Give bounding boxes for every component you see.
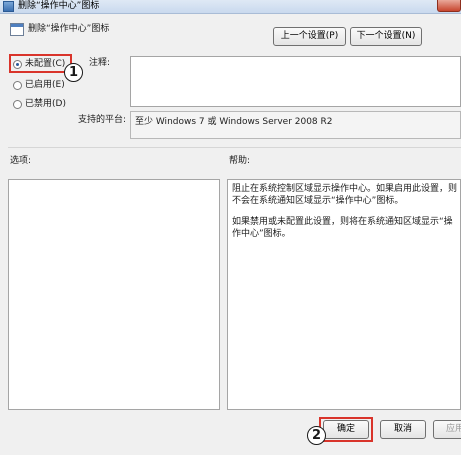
close-button[interactable] (437, 0, 461, 12)
comment-textarea[interactable] (130, 56, 461, 107)
window-title: 删除“操作中心”图标 (18, 1, 100, 11)
cancel-button[interactable]: 取消 (380, 420, 426, 439)
help-paragraph: 阻止在系统控制区域显示操作中心。如果启用此设置，则不会在系统通知区域显示“操作中… (232, 184, 458, 206)
radio-disabled[interactable] (13, 100, 22, 109)
highlight-box-radio (9, 54, 72, 73)
app-icon (3, 1, 14, 12)
window-titlebar[interactable]: 删除“操作中心”图标 (0, 0, 461, 14)
policy-name: 删除“操作中心”图标 (28, 24, 110, 34)
prev-setting-button[interactable]: 上一个设置(P) (273, 27, 346, 46)
help-panel: 阻止在系统控制区域显示操作中心。如果启用此设置，则不会在系统通知区域显示“操作中… (227, 179, 461, 410)
comment-label: 注释: (89, 58, 111, 68)
help-paragraph: 如果禁用或未配置此设置，则将在系统通知区域显示“操作中心”图标。 (232, 217, 453, 239)
platform-label: 支持的平台: (78, 115, 127, 125)
radio-enabled-label[interactable]: 已启用(E) (25, 79, 65, 91)
options-label: 选项: (10, 156, 32, 166)
callout-2: 2 (307, 426, 326, 445)
policy-setting-icon (10, 23, 24, 36)
help-label: 帮助: (229, 156, 251, 166)
next-setting-button[interactable]: 下一个设置(N) (350, 27, 422, 46)
highlight-box-ok (319, 417, 373, 442)
radio-enabled[interactable] (13, 81, 22, 90)
platform-value: 至少 Windows 7 或 Windows Server 2008 R2 (130, 111, 461, 139)
apply-button[interactable]: 应用 (433, 420, 461, 439)
options-panel (8, 179, 220, 410)
section-divider (8, 147, 461, 148)
callout-1: 1 (64, 63, 83, 82)
radio-disabled-label[interactable]: 已禁用(D) (25, 98, 66, 110)
